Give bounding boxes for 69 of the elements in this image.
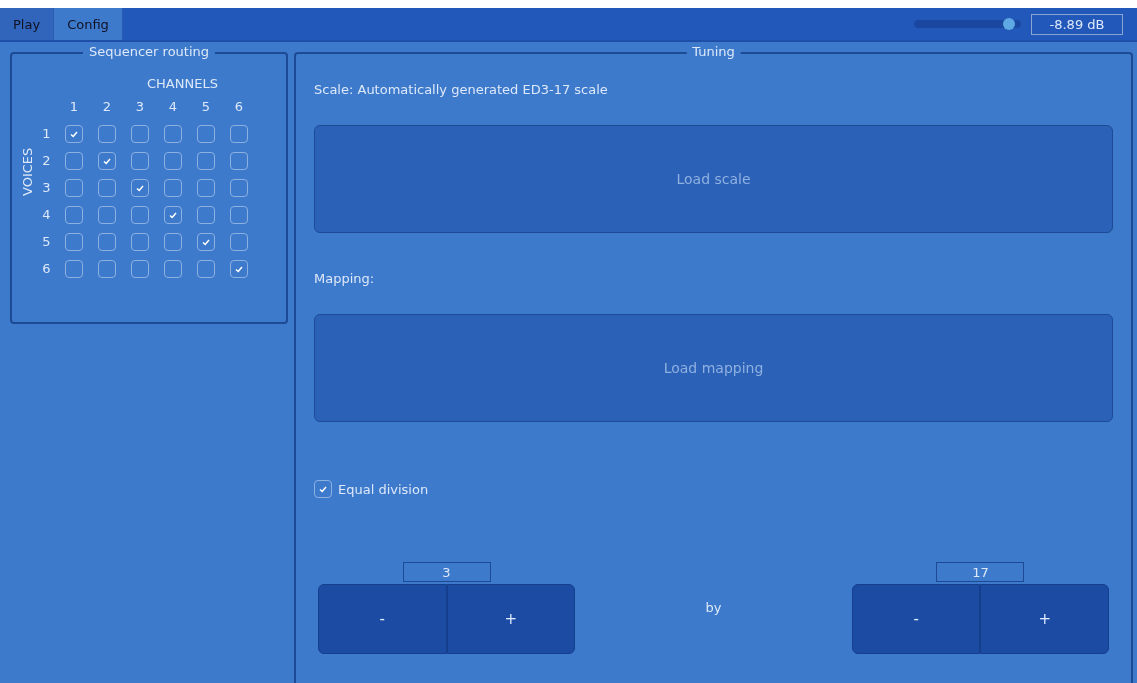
checkbox[interactable] bbox=[98, 178, 116, 197]
row-number: 6 bbox=[41, 261, 52, 276]
checkbox[interactable] bbox=[65, 205, 83, 224]
checkbox[interactable] bbox=[164, 205, 182, 224]
checkbox[interactable] bbox=[314, 480, 332, 498]
checkbox[interactable] bbox=[197, 205, 215, 224]
column-number: 2 bbox=[101, 99, 113, 114]
checkbox[interactable] bbox=[230, 124, 248, 143]
plus-button[interactable]: + bbox=[446, 584, 575, 654]
checkbox[interactable] bbox=[230, 232, 248, 251]
load-scale-button[interactable]: Load scale bbox=[314, 125, 1113, 233]
checkbox[interactable] bbox=[131, 178, 149, 197]
checkbox[interactable] bbox=[98, 151, 116, 170]
checkbox[interactable] bbox=[131, 124, 149, 143]
column-number: 5 bbox=[200, 99, 212, 114]
panel-title: Tuning bbox=[686, 44, 741, 59]
checkbox[interactable] bbox=[98, 259, 116, 278]
minus-button[interactable]: - bbox=[852, 584, 981, 654]
row-number: 1 bbox=[41, 126, 52, 141]
by-label: by bbox=[705, 600, 722, 615]
checkbox-label: Equal division bbox=[338, 481, 429, 497]
mapping-label: Mapping: bbox=[314, 271, 376, 286]
voices-label: VOICES bbox=[20, 146, 35, 196]
checkbox[interactable] bbox=[131, 232, 149, 251]
volume-reading: -8.89 dB bbox=[1031, 13, 1123, 35]
checkbox[interactable] bbox=[131, 259, 149, 278]
checkbox[interactable] bbox=[131, 205, 149, 224]
checkbox[interactable] bbox=[65, 124, 83, 143]
check-icon bbox=[318, 484, 328, 494]
checkbox[interactable] bbox=[230, 259, 248, 278]
checkbox[interactable] bbox=[65, 259, 83, 278]
checkbox[interactable] bbox=[98, 124, 116, 143]
scale-text: Scale: Automatically generated ED3-17 scale bbox=[314, 82, 609, 97]
checkbox[interactable] bbox=[197, 232, 215, 251]
column-number: 6 bbox=[233, 99, 245, 114]
value-field[interactable]: 17 bbox=[936, 562, 1025, 582]
channels-label: CHANNELS bbox=[147, 76, 219, 91]
checkbox[interactable] bbox=[164, 151, 182, 170]
row-number: 3 bbox=[41, 180, 52, 195]
checkbox[interactable] bbox=[164, 259, 182, 278]
panel-title: Sequencer routing bbox=[82, 44, 216, 59]
checkbox[interactable] bbox=[230, 205, 248, 224]
checkbox[interactable] bbox=[230, 178, 248, 197]
checkbox[interactable] bbox=[230, 151, 248, 170]
value-field[interactable]: 3 bbox=[402, 562, 491, 582]
checkbox[interactable] bbox=[65, 178, 83, 197]
plus-button[interactable]: + bbox=[980, 584, 1109, 654]
row-number: 5 bbox=[41, 234, 52, 249]
checkbox[interactable] bbox=[197, 178, 215, 197]
row-number: 4 bbox=[41, 207, 52, 222]
column-number: 4 bbox=[167, 99, 179, 114]
checkbox[interactable] bbox=[65, 232, 83, 251]
checkbox[interactable] bbox=[131, 151, 149, 170]
checkbox[interactable] bbox=[98, 205, 116, 224]
row-number: 2 bbox=[41, 153, 52, 168]
checkbox[interactable] bbox=[197, 151, 215, 170]
minus-button[interactable]: - bbox=[318, 584, 447, 654]
tab[interactable]: Play bbox=[0, 8, 55, 40]
checkbox[interactable] bbox=[197, 259, 215, 278]
checkbox[interactable] bbox=[164, 178, 182, 197]
checkbox[interactable] bbox=[164, 232, 182, 251]
checkbox[interactable] bbox=[164, 124, 182, 143]
column-number: 3 bbox=[134, 99, 146, 114]
checkbox[interactable] bbox=[65, 151, 83, 170]
column-number: 1 bbox=[68, 99, 80, 114]
checkbox[interactable] bbox=[98, 232, 116, 251]
tab[interactable]: Config bbox=[54, 8, 123, 40]
checkbox[interactable] bbox=[197, 124, 215, 143]
load-mapping-button[interactable]: Load mapping bbox=[314, 314, 1113, 422]
